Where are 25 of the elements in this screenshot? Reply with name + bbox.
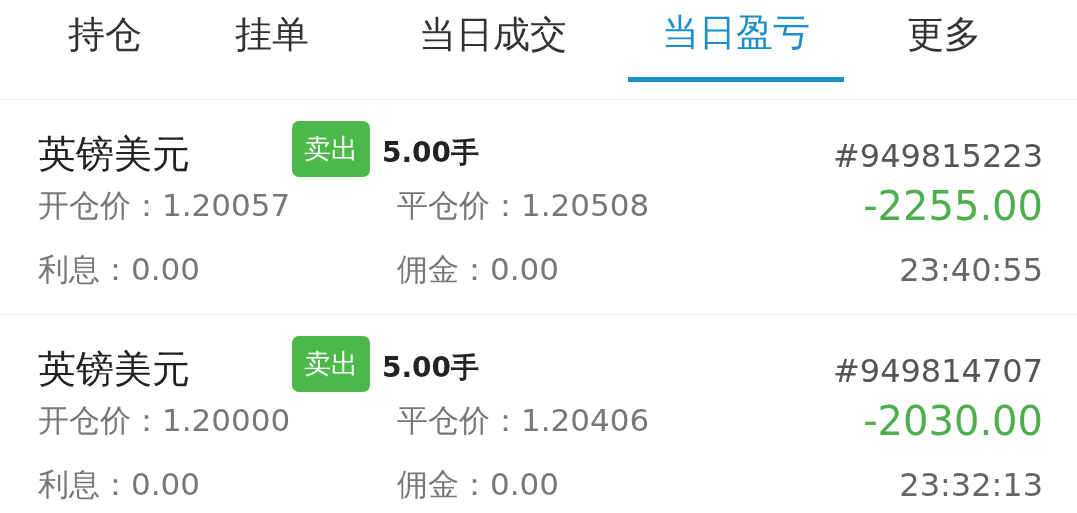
profit-value: -2030.00 (863, 398, 1043, 444)
open-price: 开仓价：1.20057 (38, 186, 292, 225)
ticket-number: #949814707 (832, 352, 1043, 390)
close-price: 平仓价：1.20406 (397, 401, 650, 440)
side-badge: 卖出 (292, 336, 370, 392)
symbol-name: 英镑美元 (38, 130, 191, 178)
tab[interactable]: 当日成交 (378, 0, 608, 82)
tab[interactable]: 挂单 (182, 0, 362, 82)
tab[interactable]: 当日盈亏 (628, 0, 844, 82)
side-badge: 卖出 (292, 121, 370, 177)
interest-value: 利息：0.00 (38, 465, 202, 504)
close-time: 23:32:13 (899, 466, 1043, 504)
lot-size: 5.00手 (382, 350, 480, 386)
open-price: 开仓价：1.20000 (38, 401, 292, 440)
interest-value: 利息：0.00 (38, 250, 202, 289)
commission-value: 佣金：0.00 (397, 250, 560, 289)
ticket-number: #949815223 (832, 137, 1043, 175)
commission-value: 佣金：0.00 (397, 465, 560, 504)
tab[interactable]: 更多 (844, 0, 1044, 82)
tab[interactable]: 持仓 (32, 0, 182, 82)
symbol-name: 英镑美元 (38, 345, 191, 393)
close-price: 平仓价：1.20508 (397, 186, 650, 225)
profit-value: -2255.00 (863, 183, 1043, 229)
lot-size: 5.00手 (382, 135, 480, 171)
close-time: 23:40:55 (899, 251, 1043, 289)
